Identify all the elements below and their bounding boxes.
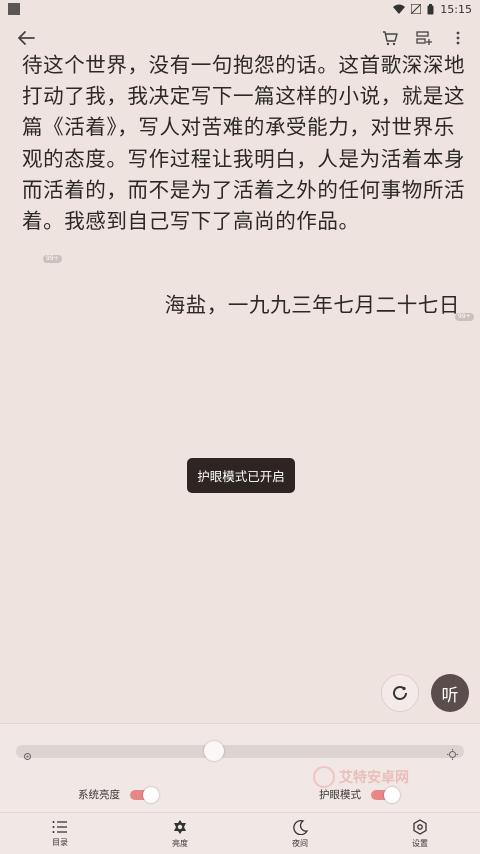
listen-button[interactable]: 听 <box>431 674 469 712</box>
bookshelf-add-icon <box>416 31 432 45</box>
nav-item-toc[interactable]: 目录 <box>0 813 120 854</box>
cart-icon <box>383 31 398 46</box>
more-vertical-icon <box>456 31 460 45</box>
signal-icon <box>411 4 422 14</box>
nav-item-settings[interactable]: 设置 <box>360 813 480 854</box>
toast-message: 护眼模式已开启 <box>187 458 295 493</box>
watermark-logo-icon <box>313 766 335 788</box>
brightness-low-icon <box>23 746 32 765</box>
wifi-icon <box>393 4 406 14</box>
slider-thumb[interactable] <box>204 741 224 761</box>
eye-care-toggle[interactable] <box>371 786 400 803</box>
refresh-icon <box>393 686 407 700</box>
moon-icon <box>292 819 308 835</box>
watermark-text: 艾特安卓网 <box>339 770 409 786</box>
toolbar-actions <box>380 28 468 48</box>
more-button[interactable] <box>448 28 468 48</box>
system-brightness-toggle[interactable] <box>130 786 159 803</box>
slider-track[interactable] <box>16 745 464 758</box>
status-bar: 15:15 <box>0 0 480 18</box>
list-icon <box>52 821 67 833</box>
gear-icon <box>413 819 427 835</box>
reading-content: 待这个世界，没有一句抱怨的话。这首歌深深地打动了我，我决定写下一篇这样的小说，就… <box>22 50 468 237</box>
toggle-knob <box>384 786 400 803</box>
back-button[interactable] <box>12 24 40 52</box>
brightness-panel: 系统亮度 护眼模式 艾特安卓网 目录 亮度 夜间 设置 <box>0 723 480 854</box>
watermark: 艾特安卓网 <box>313 766 409 788</box>
bottom-nav: 目录 亮度 夜间 设置 <box>0 812 480 854</box>
system-brightness-label: 系统亮度 <box>78 789 120 801</box>
eye-care-label: 护眼模式 <box>319 789 361 801</box>
nav-item-brightness[interactable]: 亮度 <box>120 813 240 854</box>
chapter-paragraph: 待这个世界，没有一句抱怨的话。这首歌深深地打动了我，我决定写下一篇这样的小说，就… <box>22 53 466 234</box>
add-to-shelf-button[interactable] <box>414 28 434 48</box>
system-brightness-row: 系统亮度 <box>78 786 159 803</box>
brightness-high-icon <box>447 745 458 764</box>
auto-read-button[interactable] <box>381 674 419 712</box>
eye-care-row: 护眼模式 <box>319 786 400 803</box>
battery-icon <box>427 3 434 15</box>
signature-comment-badge[interactable]: 99+ <box>455 313 474 321</box>
nav-label-toc: 目录 <box>52 838 68 847</box>
toggle-knob <box>143 786 159 803</box>
nav-label-night: 夜间 <box>292 838 308 848</box>
status-right: 15:15 <box>393 3 472 16</box>
status-time: 15:15 <box>440 2 472 16</box>
cart-button[interactable] <box>380 28 400 48</box>
brightness-slider[interactable] <box>16 741 464 761</box>
chapter-signature: 海盐，一九九三年七月二十七日 <box>164 293 460 317</box>
nav-label-brightness: 亮度 <box>172 839 188 848</box>
nav-item-night[interactable]: 夜间 <box>240 813 360 854</box>
brightness-icon <box>174 820 186 834</box>
nav-label-settings: 设置 <box>412 839 428 848</box>
paragraph-comment-badge[interactable]: 99+ <box>43 255 62 263</box>
notification-icon <box>8 3 20 15</box>
arrow-left-icon <box>18 31 35 45</box>
